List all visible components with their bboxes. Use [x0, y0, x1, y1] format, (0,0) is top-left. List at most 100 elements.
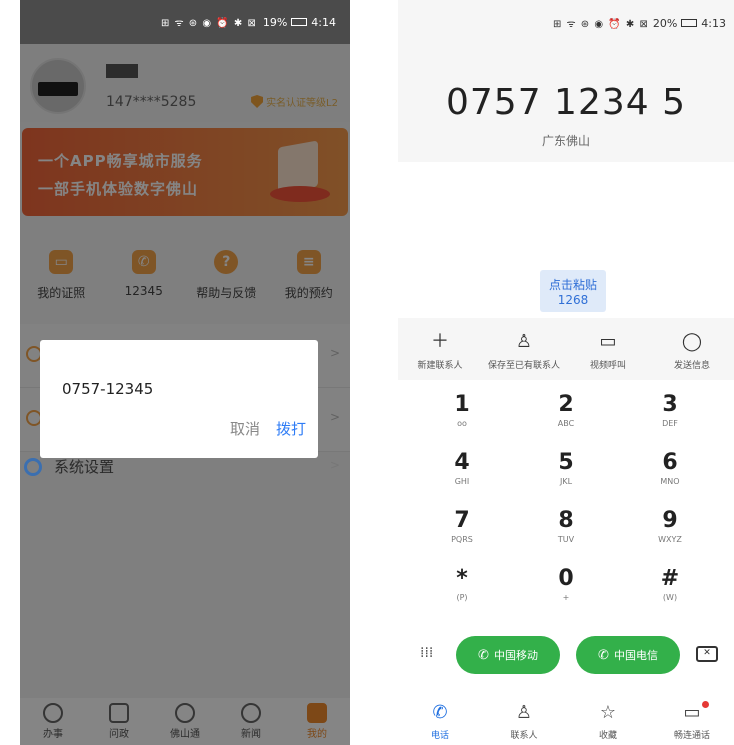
- call-bar: ⁞⁞⁞ ✆ 中国移动 ✆ 中国电信 ✕: [398, 636, 734, 680]
- video-call-button[interactable]: ▭ 视频呼叫: [566, 318, 650, 380]
- tab-meetime[interactable]: ▭ 畅连通话: [657, 696, 727, 745]
- left-phone-screen: ⊞ ᯤ ⊛ ◉ ⏰ ✱ ⊠ 19% 4:14 147****5285 实名认证等…: [20, 0, 350, 745]
- key-letters: WXYZ: [658, 535, 682, 544]
- key-0[interactable]: 0 +: [516, 566, 616, 624]
- action-label: 新建联系人: [417, 361, 463, 371]
- paste-suggestion[interactable]: 点击粘贴 1268: [540, 270, 606, 312]
- backspace-icon[interactable]: ✕: [696, 646, 718, 662]
- key-5[interactable]: 5 JKL: [516, 450, 616, 508]
- status-bar: ⊞ ᯤ ⊛ ◉ ⏰ ✱ ⊠ 20% 4:13: [398, 0, 734, 46]
- key-digit: 6: [662, 450, 678, 475]
- key-digit: 1: [454, 392, 470, 417]
- paste-label: 点击粘贴: [548, 278, 597, 292]
- tab-favorites[interactable]: ☆ 收藏: [573, 696, 643, 745]
- keypad-row: 7 PQRS 8 TUV 9 WXYZ: [412, 508, 720, 566]
- message-icon: ◯: [681, 331, 703, 352]
- key-digit: 7: [454, 508, 470, 533]
- key-letters: MNO: [660, 477, 680, 486]
- gear-icon: [24, 458, 42, 476]
- key-digit: 8: [558, 508, 574, 533]
- key-2[interactable]: 2 ABC: [516, 392, 616, 450]
- status-icons: ⊞ ᯤ ⊛ ◉ ⏰ ✱ ⊠: [552, 19, 649, 30]
- tab-label: 畅连通话: [673, 731, 710, 741]
- action-label: 保存至已有联系人: [487, 361, 560, 371]
- right-phone-screen: ⊞ ᯤ ⊛ ◉ ⏰ ✱ ⊠ 20% 4:13 0757 1234 5 广东佛山 …: [398, 0, 734, 745]
- key-digit: #: [660, 566, 680, 591]
- dialed-number[interactable]: 0757 1234 5: [398, 82, 734, 123]
- tab-label: 联系人: [510, 731, 538, 741]
- phone-icon: ✆: [598, 647, 609, 663]
- call-dialog: 0757-12345 取消 拨打: [40, 340, 318, 458]
- battery-icon: [291, 18, 308, 26]
- save-to-contact-button[interactable]: ♙ 保存至已有联系人: [482, 318, 566, 380]
- carrier-label: 中国移动: [493, 649, 538, 662]
- key-digit: 4: [454, 450, 470, 475]
- notification-dot: [702, 701, 709, 708]
- key-4[interactable]: 4 GHI: [412, 450, 512, 508]
- tab-bar-overlay: [20, 698, 350, 745]
- call-button-sim2[interactable]: ✆ 中国电信: [576, 636, 680, 674]
- status-icons: ⊞ ᯤ ⊛ ◉ ⏰ ✱ ⊠: [160, 18, 257, 29]
- status-bar: ⊞ ᯤ ⊛ ◉ ⏰ ✱ ⊠ 19% 4:14: [20, 0, 350, 44]
- key-3[interactable]: 3 DEF: [620, 392, 720, 450]
- key-hash[interactable]: # (W): [620, 566, 720, 624]
- phone-icon: ✆: [478, 647, 489, 663]
- battery-level: 19%: [262, 15, 288, 29]
- key-star[interactable]: * (P): [412, 566, 512, 624]
- key-digit: 5: [558, 450, 574, 475]
- dialed-number-area: 0757 1234 5 广东佛山: [398, 46, 734, 162]
- contact-actions: ＋ 新建联系人 ♙ 保存至已有联系人 ▭ 视频呼叫 ◯ 发送信息: [398, 318, 734, 380]
- key-digit: 0: [558, 566, 574, 591]
- video-icon: ▭: [599, 331, 617, 352]
- key-letters: GHI: [454, 477, 470, 486]
- action-label: 发送信息: [673, 361, 710, 371]
- keypad-row: 4 GHI 5 JKL 6 MNO: [412, 450, 720, 508]
- key-8[interactable]: 8 TUV: [516, 508, 616, 566]
- send-message-button[interactable]: ◯ 发送信息: [650, 318, 734, 380]
- key-6[interactable]: 6 MNO: [620, 450, 720, 508]
- action-label: 视频呼叫: [589, 361, 626, 371]
- battery-level: 20%: [652, 16, 678, 30]
- key-letters: PQRS: [451, 535, 473, 544]
- tab-label: 电话: [430, 731, 449, 741]
- key-digit: 3: [662, 392, 678, 417]
- chevron-right-icon: >: [329, 458, 340, 472]
- phone-icon: ✆: [432, 702, 448, 723]
- clock: 4:13: [701, 16, 726, 30]
- key-1[interactable]: 1 ᴏᴏ: [412, 392, 512, 450]
- tab-phone[interactable]: ✆ 电话: [405, 696, 475, 745]
- keypad-toggle-icon[interactable]: ⁞⁞⁞: [420, 644, 438, 662]
- keypad-row: 1 ᴏᴏ 2 ABC 3 DEF: [412, 392, 720, 450]
- key-letters: (P): [456, 593, 468, 602]
- dial-button[interactable]: 拨打: [276, 418, 306, 439]
- person-icon: ♙: [515, 331, 533, 352]
- call-button-sim1[interactable]: ✆ 中国移动: [456, 636, 560, 674]
- plus-icon: ＋: [431, 331, 449, 352]
- key-7[interactable]: 7 PQRS: [412, 508, 512, 566]
- bottom-tab-bar: ✆ 电话 ♙ 联系人 ☆ 收藏 ▭ 畅连通话: [398, 696, 734, 745]
- system-settings-row[interactable]: 系统设置 >: [20, 452, 350, 496]
- key-letters: JKL: [559, 477, 573, 486]
- carrier-label: 中国电信: [613, 649, 658, 662]
- key-letters: TUV: [557, 535, 575, 544]
- key-letters: ᴏᴏ: [457, 419, 467, 428]
- key-letters: ABC: [557, 419, 575, 428]
- star-icon: ☆: [599, 702, 617, 723]
- chat-icon: ▭: [683, 702, 701, 723]
- key-letters: +: [562, 593, 570, 602]
- key-digit: *: [456, 566, 468, 591]
- dialog-number: 0757-12345: [62, 380, 154, 398]
- dial-keypad: 1 ᴏᴏ 2 ABC 3 DEF 4 GHI 5 JKL 6 MNO 7 PQRS 8 TUV …: [412, 392, 720, 624]
- battery-icon: [681, 19, 698, 27]
- key-digit: 2: [558, 392, 574, 417]
- key-9[interactable]: 9 WXYZ: [620, 508, 720, 566]
- contacts-icon: ♙: [515, 702, 533, 723]
- new-contact-button[interactable]: ＋ 新建联系人: [398, 318, 482, 380]
- tab-contacts[interactable]: ♙ 联系人: [489, 696, 559, 745]
- keypad-row: * (P) 0 + # (W): [412, 566, 720, 624]
- number-location: 广东佛山: [541, 134, 590, 148]
- key-letters: (W): [662, 593, 678, 602]
- paste-value: 1268: [557, 293, 589, 307]
- cancel-button[interactable]: 取消: [230, 418, 260, 439]
- key-letters: DEF: [662, 419, 678, 428]
